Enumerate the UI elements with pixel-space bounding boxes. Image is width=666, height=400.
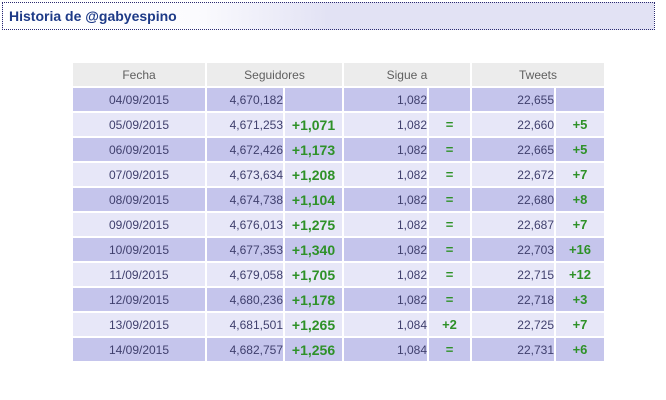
cell-fecha: 07/09/2015	[73, 163, 205, 186]
cell-sigue-a-delta	[429, 88, 470, 111]
cell-tweets-delta: +7	[556, 313, 604, 336]
cell-seguidores: 4,682,757	[207, 338, 283, 361]
cell-fecha: 12/09/2015	[73, 288, 205, 311]
cell-tweets: 22,718	[472, 288, 554, 311]
cell-fecha: 06/09/2015	[73, 138, 205, 161]
cell-sigue-a-delta: +2	[429, 313, 470, 336]
table-row: 09/09/2015 4,676,013 +1,275 1,082 = 22,6…	[73, 213, 604, 236]
title-bar: Historia de @gabyespino	[2, 2, 655, 30]
cell-sigue-a: 1,082	[344, 188, 427, 211]
cell-seguidores-delta: +1,705	[285, 263, 342, 286]
column-header-tweets: Tweets	[472, 63, 604, 86]
cell-tweets-delta: +6	[556, 338, 604, 361]
table-row: 04/09/2015 4,670,182 1,082 22,655	[73, 88, 604, 111]
cell-sigue-a: 1,084	[344, 338, 427, 361]
cell-sigue-a-delta: =	[429, 238, 470, 261]
cell-sigue-a: 1,082	[344, 163, 427, 186]
cell-seguidores: 4,677,353	[207, 238, 283, 261]
table-body: 04/09/2015 4,670,182 1,082 22,655 05/09/…	[73, 88, 604, 361]
cell-tweets: 22,715	[472, 263, 554, 286]
cell-sigue-a-delta: =	[429, 188, 470, 211]
cell-seguidores-delta: +1,071	[285, 113, 342, 136]
table-row: 10/09/2015 4,677,353 +1,340 1,082 = 22,7…	[73, 238, 604, 261]
cell-seguidores-delta: +1,275	[285, 213, 342, 236]
cell-tweets: 22,703	[472, 238, 554, 261]
cell-seguidores-delta: +1,208	[285, 163, 342, 186]
cell-tweets-delta: +5	[556, 138, 604, 161]
cell-sigue-a: 1,084	[344, 313, 427, 336]
table-row: 14/09/2015 4,682,757 +1,256 1,084 = 22,7…	[73, 338, 604, 361]
cell-seguidores-delta	[285, 88, 342, 111]
cell-seguidores: 4,680,236	[207, 288, 283, 311]
cell-sigue-a: 1,082	[344, 263, 427, 286]
page-title: Historia de @gabyespino	[9, 8, 177, 24]
table-row: 06/09/2015 4,672,426 +1,173 1,082 = 22,6…	[73, 138, 604, 161]
cell-tweets-delta: +7	[556, 213, 604, 236]
table-row: 11/09/2015 4,679,058 +1,705 1,082 = 22,7…	[73, 263, 604, 286]
column-header-seguidores: Seguidores	[207, 63, 342, 86]
cell-fecha: 11/09/2015	[73, 263, 205, 286]
cell-tweets: 22,680	[472, 188, 554, 211]
cell-fecha: 14/09/2015	[73, 338, 205, 361]
cell-tweets: 22,665	[472, 138, 554, 161]
cell-sigue-a-delta: =	[429, 288, 470, 311]
cell-sigue-a-delta: =	[429, 138, 470, 161]
cell-sigue-a-delta: =	[429, 163, 470, 186]
table-header-row: Fecha Seguidores Sigue a Tweets	[73, 63, 604, 86]
cell-tweets-delta: +16	[556, 238, 604, 261]
cell-fecha: 13/09/2015	[73, 313, 205, 336]
cell-fecha: 04/09/2015	[73, 88, 205, 111]
cell-tweets: 22,660	[472, 113, 554, 136]
cell-sigue-a: 1,082	[344, 238, 427, 261]
table-row: 12/09/2015 4,680,236 +1,178 1,082 = 22,7…	[73, 288, 604, 311]
cell-seguidores-delta: +1,104	[285, 188, 342, 211]
cell-sigue-a: 1,082	[344, 113, 427, 136]
cell-fecha: 08/09/2015	[73, 188, 205, 211]
cell-seguidores-delta: +1,178	[285, 288, 342, 311]
cell-seguidores: 4,681,501	[207, 313, 283, 336]
cell-seguidores: 4,671,253	[207, 113, 283, 136]
cell-sigue-a-delta: =	[429, 213, 470, 236]
cell-tweets-delta: +3	[556, 288, 604, 311]
cell-seguidores-delta: +1,265	[285, 313, 342, 336]
cell-seguidores-delta: +1,340	[285, 238, 342, 261]
page: { "title": "Historia de @gabyespino", "c…	[0, 0, 666, 400]
cell-seguidores: 4,679,058	[207, 263, 283, 286]
cell-sigue-a-delta: =	[429, 263, 470, 286]
cell-sigue-a-delta: =	[429, 113, 470, 136]
cell-seguidores: 4,673,634	[207, 163, 283, 186]
cell-fecha: 10/09/2015	[73, 238, 205, 261]
cell-sigue-a: 1,082	[344, 213, 427, 236]
cell-seguidores: 4,674,738	[207, 188, 283, 211]
cell-tweets: 22,725	[472, 313, 554, 336]
cell-seguidores-delta: +1,173	[285, 138, 342, 161]
cell-fecha: 05/09/2015	[73, 113, 205, 136]
cell-sigue-a-delta: =	[429, 338, 470, 361]
cell-tweets-delta: +8	[556, 188, 604, 211]
cell-tweets-delta	[556, 88, 604, 111]
cell-seguidores: 4,676,013	[207, 213, 283, 236]
column-header-sigue-a: Sigue a	[344, 63, 470, 86]
cell-seguidores-delta: +1,256	[285, 338, 342, 361]
cell-seguidores: 4,670,182	[207, 88, 283, 111]
table-row: 08/09/2015 4,674,738 +1,104 1,082 = 22,6…	[73, 188, 604, 211]
cell-sigue-a: 1,082	[344, 88, 427, 111]
cell-tweets: 22,655	[472, 88, 554, 111]
cell-tweets: 22,687	[472, 213, 554, 236]
cell-tweets-delta: +12	[556, 263, 604, 286]
table-row: 13/09/2015 4,681,501 +1,265 1,084 +2 22,…	[73, 313, 604, 336]
table-row: 07/09/2015 4,673,634 +1,208 1,082 = 22,6…	[73, 163, 604, 186]
cell-tweets-delta: +7	[556, 163, 604, 186]
cell-sigue-a: 1,082	[344, 288, 427, 311]
table-row: 05/09/2015 4,671,253 +1,071 1,082 = 22,6…	[73, 113, 604, 136]
cell-tweets: 22,672	[472, 163, 554, 186]
stats-table: Fecha Seguidores Sigue a Tweets 04/09/20…	[71, 61, 606, 363]
column-header-fecha: Fecha	[73, 63, 205, 86]
cell-fecha: 09/09/2015	[73, 213, 205, 236]
cell-sigue-a: 1,082	[344, 138, 427, 161]
cell-seguidores: 4,672,426	[207, 138, 283, 161]
cell-tweets-delta: +5	[556, 113, 604, 136]
cell-tweets: 22,731	[472, 338, 554, 361]
